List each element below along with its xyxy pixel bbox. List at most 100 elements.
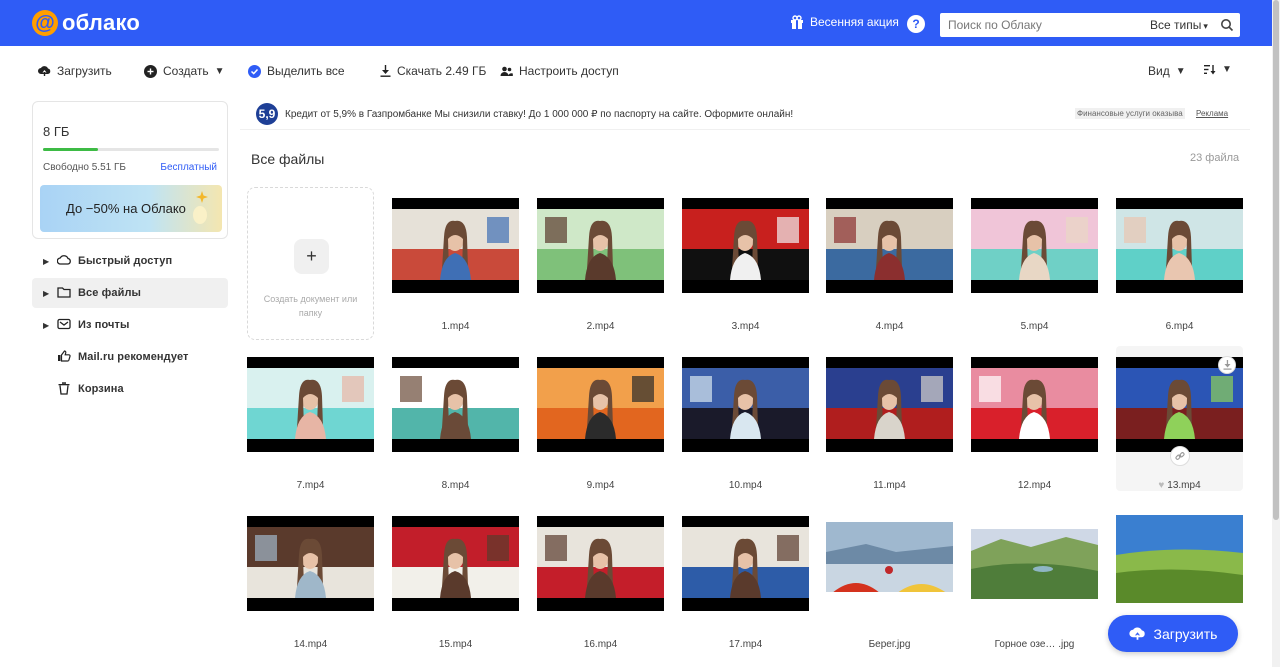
file-name-text: 1.mp4 (441, 321, 470, 332)
ad-label[interactable]: Реклама (1196, 109, 1228, 118)
nav-quick-access[interactable]: ▶ Быстрый доступ (32, 246, 228, 276)
expand-arrow-icon[interactable]: ▶ (43, 321, 49, 330)
video-frame (392, 209, 519, 280)
file-name-text: 4.mp4 (875, 321, 904, 332)
file-name: 3.mp4 (682, 321, 809, 332)
file-tile[interactable]: 2.mp4 (537, 187, 664, 332)
plus-icon: + (294, 239, 329, 274)
file-name-text: 15.mp4 (438, 639, 473, 650)
file-name: 9.mp4 (537, 480, 664, 491)
create-label: Создать (163, 64, 209, 78)
select-all-label: Выделить все (267, 64, 345, 78)
nav-label: Корзина (78, 383, 124, 395)
video-frame (682, 527, 809, 598)
upload-fab-label: Загрузить (1153, 625, 1218, 642)
file-name: ♥ 13.mp4 (1116, 480, 1243, 491)
storage-size: 8 ГБ (43, 124, 70, 139)
video-frame (247, 527, 374, 598)
video-frame (1116, 368, 1243, 439)
toolbar: Загрузить Создать ▼ Выделить все Скачать… (0, 46, 1272, 98)
file-tile[interactable]: 7.mp4 (247, 346, 374, 491)
search-icon (1221, 19, 1234, 32)
file-tile[interactable]: 17.mp4 (682, 505, 809, 650)
help-icon[interactable]: ? (907, 15, 925, 33)
nav-from-mail[interactable]: ▶ Из почты (32, 310, 228, 340)
download-icon (380, 65, 391, 77)
access-button[interactable]: Настроить доступ (500, 64, 619, 78)
cloud-icon (57, 255, 71, 265)
file-tile[interactable]: 14.mp4 (247, 505, 374, 650)
chevron-down-icon: ▼ (1222, 64, 1232, 75)
video-thumbnail (826, 198, 953, 293)
nav-recommends[interactable]: Mail.ru рекомендует (32, 342, 228, 372)
download-button[interactable]: Скачать 2.49 ГБ (380, 64, 486, 78)
file-name-text: Горное озе… .jpg (994, 639, 1075, 650)
scrollbar-thumb[interactable] (1273, 0, 1279, 520)
file-tile[interactable]: 3.mp4 (682, 187, 809, 332)
nav-all-files[interactable]: ▶ Все файлы (32, 278, 228, 308)
image-thumbnail (971, 529, 1098, 599)
free-plan-link[interactable]: Бесплатный (160, 162, 217, 173)
video-thumbnail (392, 198, 519, 293)
storage-card: 8 ГБ Свободно 5.51 ГБ Бесплатный До −50%… (32, 101, 228, 239)
file-tile[interactable]: 16.mp4 (537, 505, 664, 650)
ad-banner[interactable]: 5,9 Кредит от 5,9% в Газпромбанке Мы сни… (240, 98, 1250, 130)
chevron-down-icon: ▼ (214, 65, 225, 77)
heart-icon[interactable]: ♥ (1158, 480, 1164, 491)
file-tile[interactable]: 9.mp4 (537, 346, 664, 491)
file-name-text: 5.mp4 (1020, 321, 1049, 332)
scrollbar[interactable] (1272, 0, 1280, 667)
nav-trash[interactable]: Корзина (32, 374, 228, 404)
download-icon[interactable] (1218, 356, 1236, 374)
storage-promo-banner[interactable]: До −50% на Облако (40, 185, 222, 232)
video-frame (971, 209, 1098, 280)
upload-label: Загрузить (57, 64, 112, 78)
file-name: 4.mp4 (826, 321, 953, 332)
ad-disclaimer: Финансовые услуги оказыва (1075, 108, 1185, 119)
file-tile[interactable]: 8.mp4 (392, 346, 519, 491)
file-tile[interactable]: Горное озе… .jpg (971, 505, 1098, 650)
expand-arrow-icon[interactable]: ▶ (43, 257, 49, 266)
file-name-text: 16.mp4 (583, 639, 618, 650)
expand-arrow-icon[interactable]: ▶ (43, 289, 49, 298)
video-thumbnail (682, 198, 809, 293)
file-tile[interactable]: 6.mp4 (1116, 187, 1243, 332)
file-tile[interactable]: 11.mp4 (826, 346, 953, 491)
upload-fab-button[interactable]: Загрузить (1108, 615, 1238, 652)
file-tile[interactable]: 15.mp4 (392, 505, 519, 650)
file-name: 8.mp4 (392, 480, 519, 491)
video-frame (537, 368, 664, 439)
video-frame (826, 368, 953, 439)
sparkle-icon (193, 191, 208, 224)
select-all-button[interactable]: Выделить все (248, 64, 345, 78)
at-logo-icon: @ (32, 10, 58, 36)
chevron-down-icon: ▼ (1175, 65, 1186, 77)
file-tile[interactable]: 1.mp4 (392, 187, 519, 332)
search-types-select[interactable]: Все типы (1150, 18, 1208, 32)
create-document-tile[interactable]: + Создать документ или папку (247, 187, 374, 340)
logo[interactable]: @ облако (32, 10, 140, 36)
upload-button[interactable]: Загрузить (38, 64, 112, 78)
file-tile[interactable]: 12.mp4 (971, 346, 1098, 491)
storage-progress-bar (43, 148, 219, 151)
promo-link[interactable]: Весенняя акция (790, 15, 899, 29)
file-tile[interactable]: 4.mp4 (826, 187, 953, 332)
file-name: 11.mp4 (826, 480, 953, 491)
file-tile[interactable]: 5.mp4 (971, 187, 1098, 332)
file-tile[interactable]: ♥ 13.mp4 (1116, 346, 1243, 491)
file-name-text: 10.mp4 (728, 480, 763, 491)
top-header: @ облако Весенняя акция ? Все типы (0, 0, 1272, 46)
storage-free: Свободно 5.51 ГБ (43, 162, 126, 173)
file-count: 23 файла (1190, 152, 1240, 164)
search-input[interactable] (940, 18, 1140, 32)
search-button[interactable] (1214, 13, 1240, 37)
create-button[interactable]: Создать ▼ (144, 64, 225, 78)
file-tile[interactable]: 10.mp4 (682, 346, 809, 491)
link-icon[interactable] (1170, 446, 1190, 466)
view-select[interactable]: Вид ▼ (1148, 64, 1186, 78)
nav-label: Из почты (78, 319, 130, 331)
sort-select[interactable]: ▼ (1204, 64, 1232, 75)
video-thumbnail (392, 357, 519, 452)
file-tile[interactable]: Берег.jpg (826, 505, 953, 650)
file-name-text: 8.mp4 (441, 480, 470, 491)
